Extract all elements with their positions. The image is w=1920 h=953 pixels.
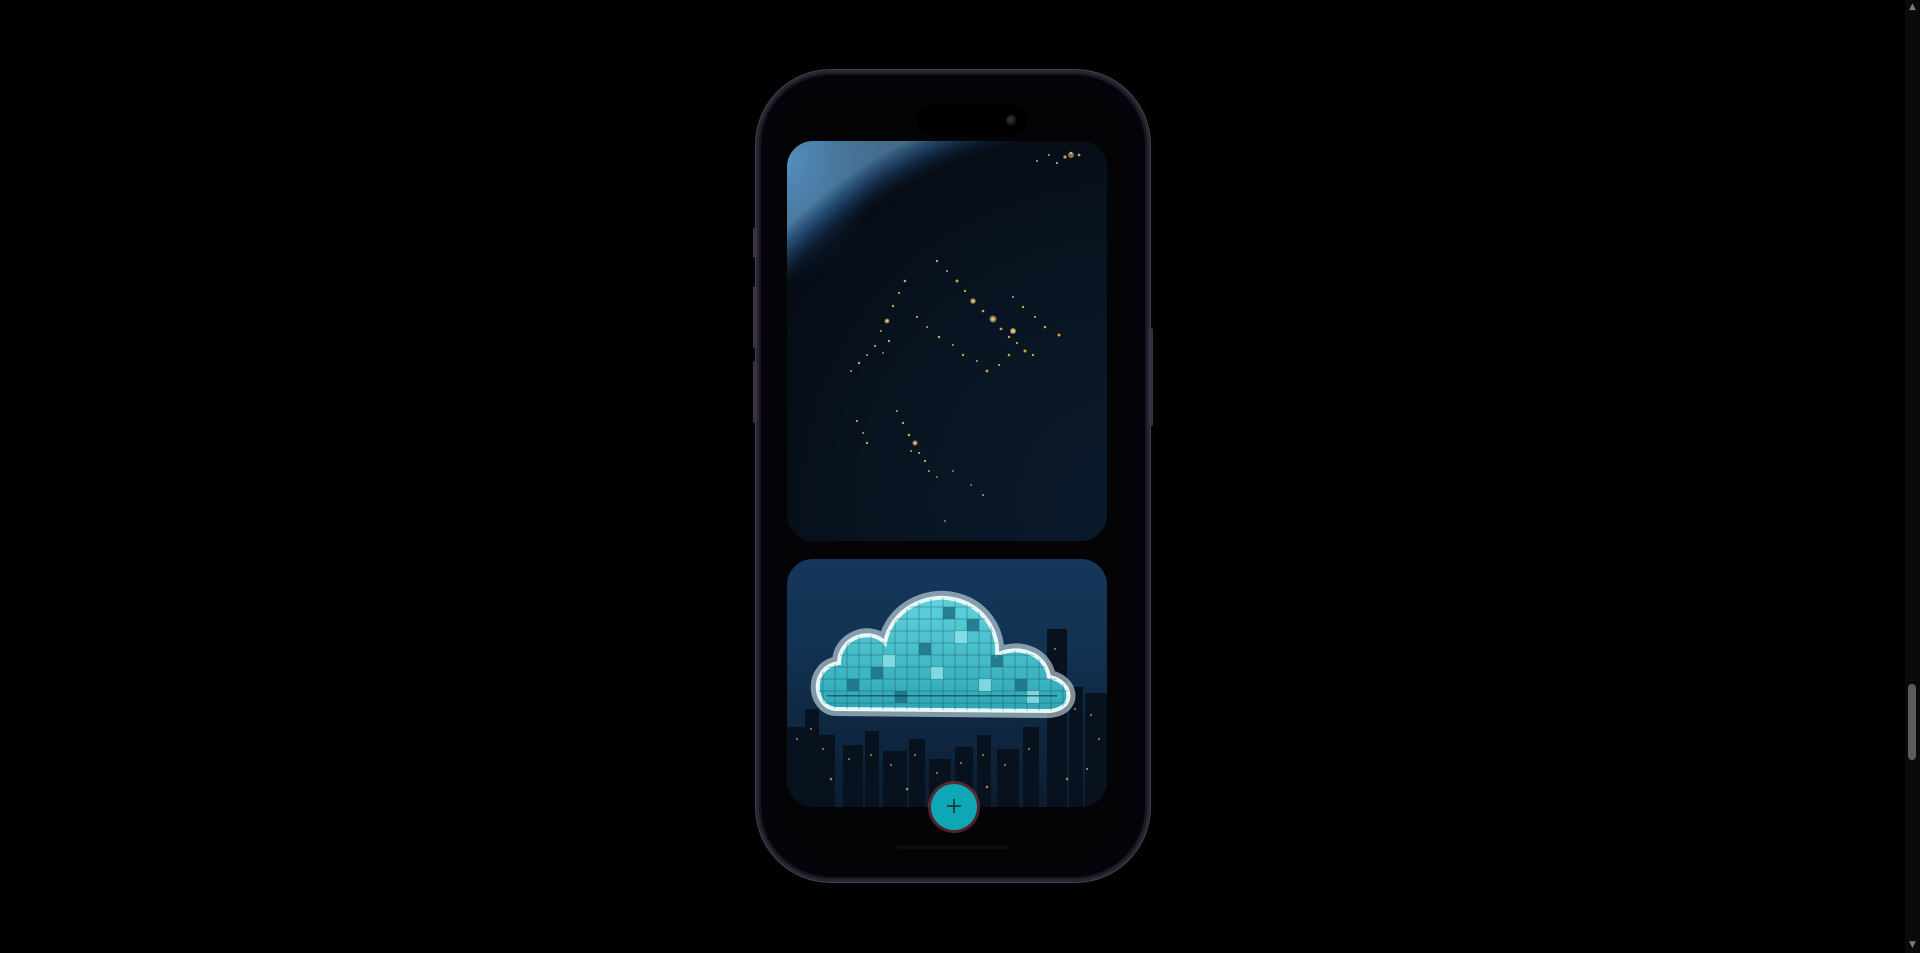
page-viewport: + [0,0,1905,953]
earth-image-card[interactable] [787,141,1107,541]
phone-silent-switch [753,228,757,258]
add-button[interactable]: + [931,784,977,830]
front-camera-icon [1006,115,1017,126]
cloud-over-city-skyline-image [787,590,1107,807]
plus-icon: + [944,794,964,819]
phone-power-button [1149,328,1153,426]
scroll-down-arrow-icon[interactable]: ▼ [1905,938,1920,953]
page-scrollbar[interactable]: ▲ ▼ [1905,0,1920,953]
earth-at-night-image [787,141,1107,541]
phone-volume-up-button [753,286,757,348]
phone-mockup: + [753,73,1153,879]
phone-screen: + [773,87,1133,865]
scroll-up-arrow-icon[interactable]: ▲ [1905,0,1920,15]
dynamic-island [917,105,1027,137]
cloud-city-image-card[interactable] [787,559,1107,807]
phone-volume-down-button [753,361,757,423]
scroll-thumb[interactable] [1908,684,1916,760]
home-indicator [897,845,1009,849]
